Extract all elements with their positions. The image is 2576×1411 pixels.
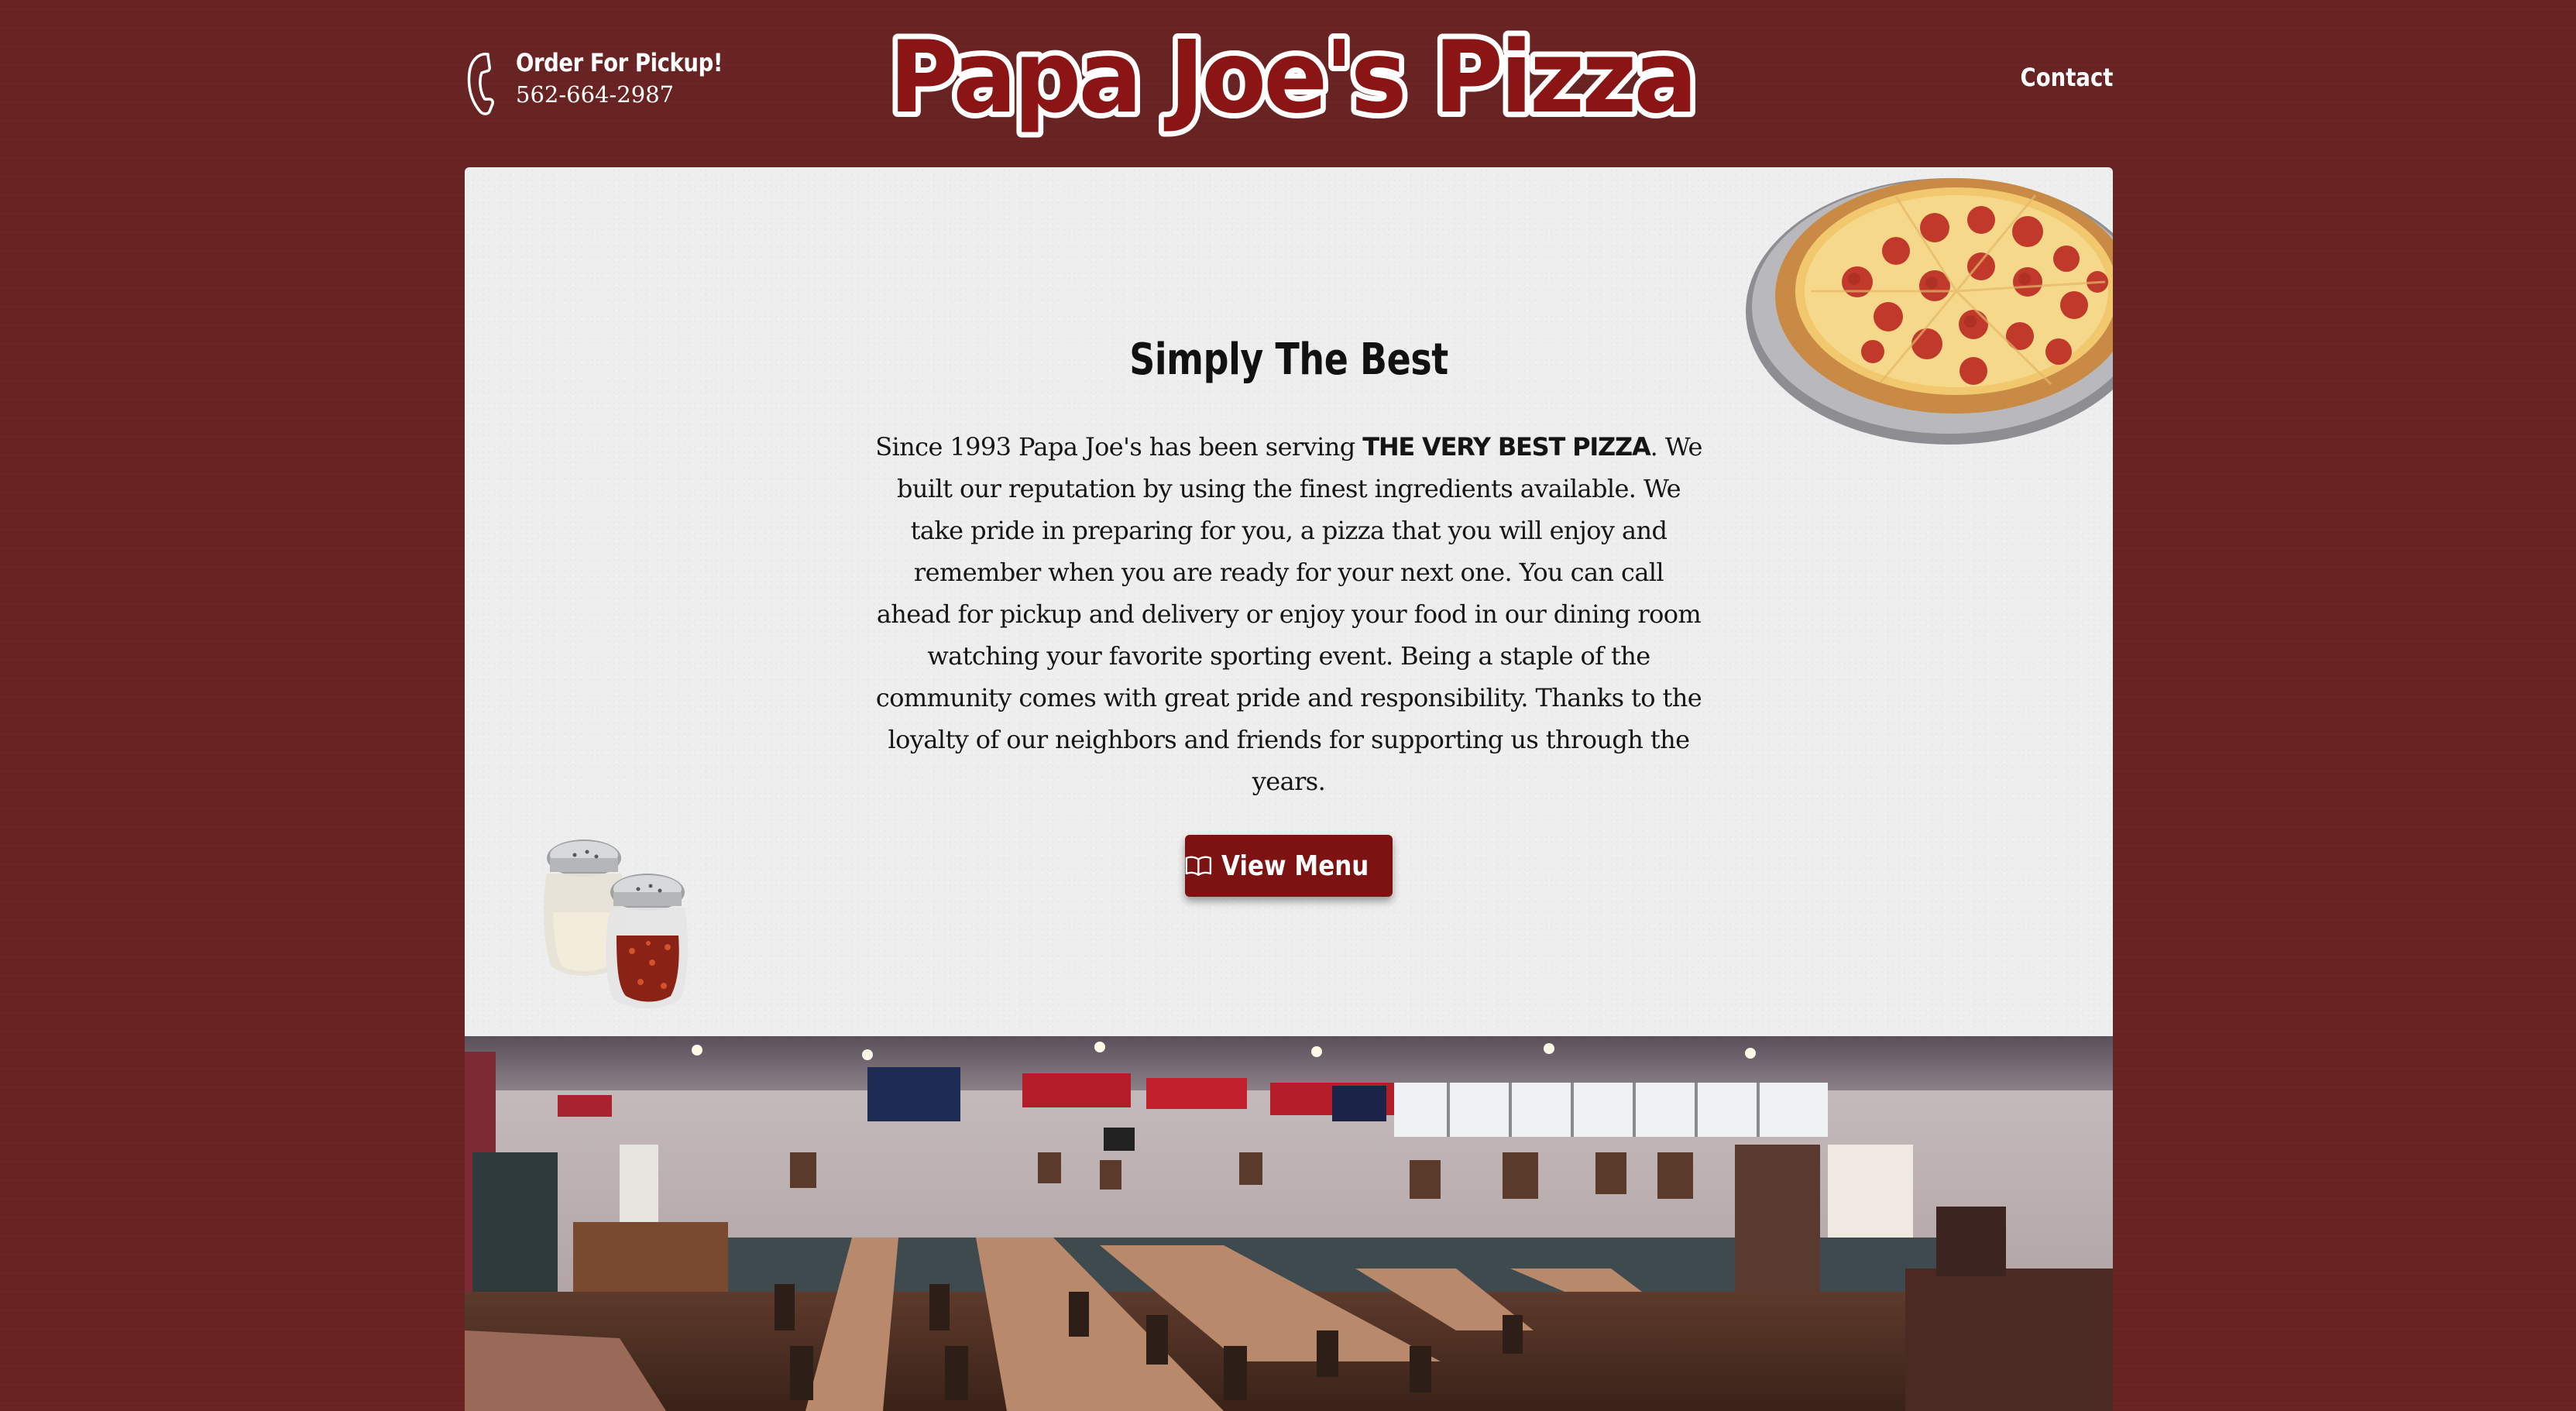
nav-contact-link[interactable]: Contact [2020, 62, 2113, 93]
intro-emphasis: THE VERY BEST PIZZA [1362, 432, 1651, 462]
open-book-icon [1185, 856, 1212, 877]
view-menu-button[interactable]: View Menu [1185, 835, 1393, 897]
shakers-image [544, 839, 688, 1008]
intro-paragraph: Since 1993 Papa Joe's has been serving T… [874, 426, 1704, 802]
site-header: Order For Pickup! 562-664-2987 Papa Joe'… [465, 0, 2113, 167]
pickup-phone-number[interactable]: 562-664-2987 [516, 79, 756, 110]
pickup-title: Order For Pickup! [516, 48, 723, 77]
intro-text-rest: . We built our reputation by using the f… [875, 432, 1702, 796]
pickup-info[interactable]: Order For Pickup! 562-664-2987 [465, 46, 756, 118]
dining-room-photo [465, 1036, 2113, 1411]
headline: Simply The Best [1129, 335, 1448, 386]
intro-card: Simply The Best Since 1993 Papa Joe's ha… [465, 167, 2113, 1036]
phone-handset-icon [467, 53, 494, 115]
site-logo[interactable]: Papa Joe's Pizza Papa Joe's Pizza [880, 12, 1704, 144]
logo-text: Papa Joe's Pizza [889, 20, 1695, 136]
pickup-text: Order For Pickup! 562-664-2987 [516, 46, 756, 110]
intro-text-start: Since 1993 Papa Joe's has been serving [875, 432, 1363, 462]
view-menu-label: View Menu [1221, 850, 1369, 882]
pepperoni-pizza-image [1746, 178, 2113, 445]
